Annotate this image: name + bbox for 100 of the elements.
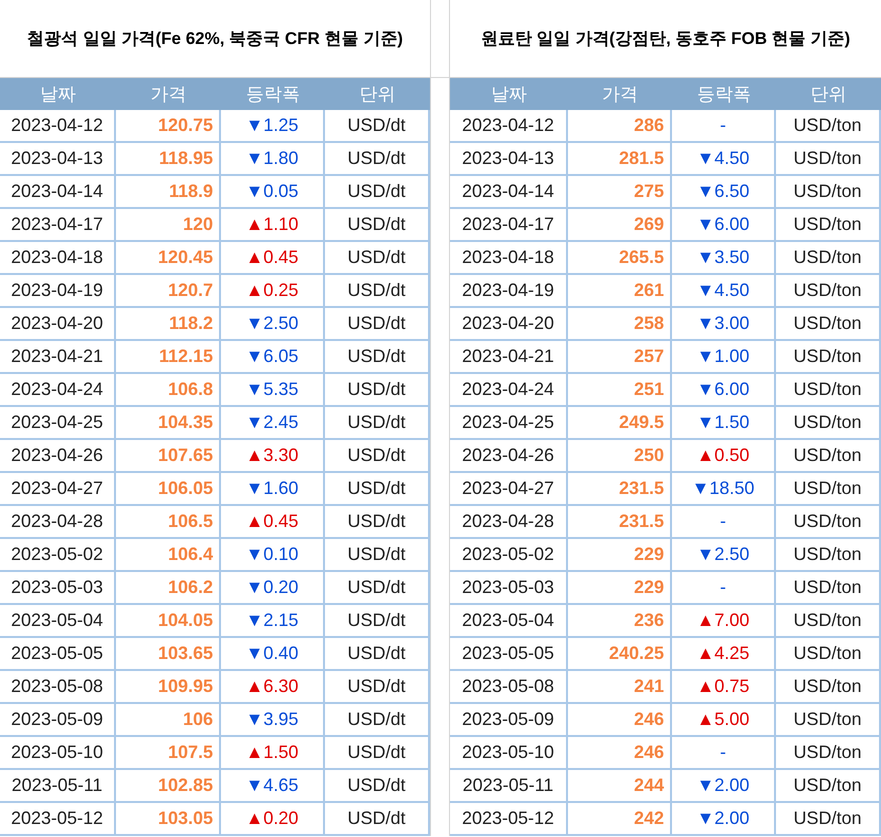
table-title: 원료탄 일일 가격(강점탄, 동호주 FOB 현물 기준)	[480, 28, 850, 50]
table-cell: ▼2.15	[221, 605, 325, 638]
table-cell: 246	[568, 704, 672, 737]
table-cell: ▼0.05	[221, 176, 325, 209]
table-cell: 231.5	[568, 506, 672, 539]
table-cell: USD/ton	[776, 473, 881, 506]
table-cell: 2023-04-28	[0, 506, 116, 539]
table-cell: ▼6.50	[672, 176, 776, 209]
table-cell: USD/ton	[776, 374, 881, 407]
table-cell: 258	[568, 308, 672, 341]
column-header: 등락폭	[221, 78, 325, 110]
table-cell: 120	[116, 209, 221, 242]
table-cell: 2023-04-18	[0, 242, 116, 275]
table-cell: 103.05	[116, 803, 221, 836]
table-cell: ▲0.20	[221, 803, 325, 836]
table-cell: USD/ton	[776, 209, 881, 242]
table-cell: 242	[568, 803, 672, 836]
table-cell: ▼18.50	[672, 473, 776, 506]
table-cell: 107.5	[116, 737, 221, 770]
table-cell: ▼0.40	[221, 638, 325, 671]
table-cell: 2023-04-27	[450, 473, 568, 506]
column-header: 날짜	[450, 78, 568, 110]
column-header: 날짜	[0, 78, 116, 110]
table-cell: 118.9	[116, 176, 221, 209]
table-cell: USD/ton	[776, 803, 881, 836]
table-cell: 103.65	[116, 638, 221, 671]
table-cell: 118.2	[116, 308, 221, 341]
table-cell: 120.75	[116, 110, 221, 143]
table-cell: USD/ton	[776, 341, 881, 374]
table-cell: ▼4.50	[672, 143, 776, 176]
table-cell: 2023-05-10	[0, 737, 116, 770]
table-cell: 2023-05-04	[450, 605, 568, 638]
table-cell: 2023-05-05	[450, 638, 568, 671]
table-cell: 2023-05-02	[0, 539, 116, 572]
table-cell: ▲5.00	[672, 704, 776, 737]
table-cell: 120.7	[116, 275, 221, 308]
table-cell: ▲0.45	[221, 506, 325, 539]
table-cell: USD/ton	[776, 605, 881, 638]
table-cell: 2023-05-08	[450, 671, 568, 704]
table-cell: USD/ton	[776, 176, 881, 209]
table-cell: 241	[568, 671, 672, 704]
table-cell: 240.25	[568, 638, 672, 671]
table-cell: USD/ton	[776, 407, 881, 440]
table-cell: ▼2.00	[672, 803, 776, 836]
table-cell: ▲0.45	[221, 242, 325, 275]
table-cell: 2023-04-21	[450, 341, 568, 374]
table-cell: USD/ton	[776, 770, 881, 803]
table-cell: 251	[568, 374, 672, 407]
table-cell: 106.4	[116, 539, 221, 572]
table-cell: ▲6.30	[221, 671, 325, 704]
table-cell: 281.5	[568, 143, 672, 176]
table-cell: ▼0.20	[221, 572, 325, 605]
table-cell: 2023-04-28	[450, 506, 568, 539]
table-cell: 120.45	[116, 242, 221, 275]
table-cell: 231.5	[568, 473, 672, 506]
table-cell: ▼4.65	[221, 770, 325, 803]
table-cell: ▲1.10	[221, 209, 325, 242]
table-cell: USD/ton	[776, 110, 881, 143]
table-cell: 2023-05-03	[450, 572, 568, 605]
table-cell: 2023-04-26	[0, 440, 116, 473]
table-cell: 2023-05-03	[0, 572, 116, 605]
table-cell: 2023-04-12	[450, 110, 568, 143]
table-cell: 229	[568, 539, 672, 572]
table-cell: 2023-04-13	[0, 143, 116, 176]
table-cell: -	[672, 110, 776, 143]
table-cell: USD/ton	[776, 671, 881, 704]
table-cell: -	[672, 572, 776, 605]
table-cell: ▼3.00	[672, 308, 776, 341]
table-cell: USD/ton	[776, 143, 881, 176]
table-cell: 275	[568, 176, 672, 209]
table-cell: 2023-05-05	[0, 638, 116, 671]
table-cell: 106.8	[116, 374, 221, 407]
table-cell: 2023-04-25	[450, 407, 568, 440]
table-cell: ▼1.25	[221, 110, 325, 143]
table-cell: 257	[568, 341, 672, 374]
table-cell: ▼3.50	[672, 242, 776, 275]
table-cell: 2023-05-11	[0, 770, 116, 803]
table-cell: USD/ton	[776, 506, 881, 539]
table-cell: 2023-04-19	[450, 275, 568, 308]
table-cell: 249.5	[568, 407, 672, 440]
table-cell: 104.05	[116, 605, 221, 638]
table-cell: 2023-04-17	[0, 209, 116, 242]
table-cell: USD/ton	[776, 539, 881, 572]
table-cell: ▲3.30	[221, 440, 325, 473]
table-cell: ▼6.05	[221, 341, 325, 374]
table-cell: USD/ton	[776, 737, 881, 770]
table-cell: ▼1.60	[221, 473, 325, 506]
table-cell: ▲4.25	[672, 638, 776, 671]
table-cell: 118.95	[116, 143, 221, 176]
table-cell: -	[672, 506, 776, 539]
table-cell: 2023-04-26	[450, 440, 568, 473]
table-cell: 269	[568, 209, 672, 242]
column-header: 등락폭	[672, 78, 776, 110]
table-cell: USD/ton	[776, 242, 881, 275]
table-cell: 107.65	[116, 440, 221, 473]
table-cell: 2023-05-04	[0, 605, 116, 638]
table-cell: ▼1.50	[672, 407, 776, 440]
table-cell: ▲7.00	[672, 605, 776, 638]
table-cell: USD/ton	[776, 275, 881, 308]
table-cell: 2023-05-08	[0, 671, 116, 704]
